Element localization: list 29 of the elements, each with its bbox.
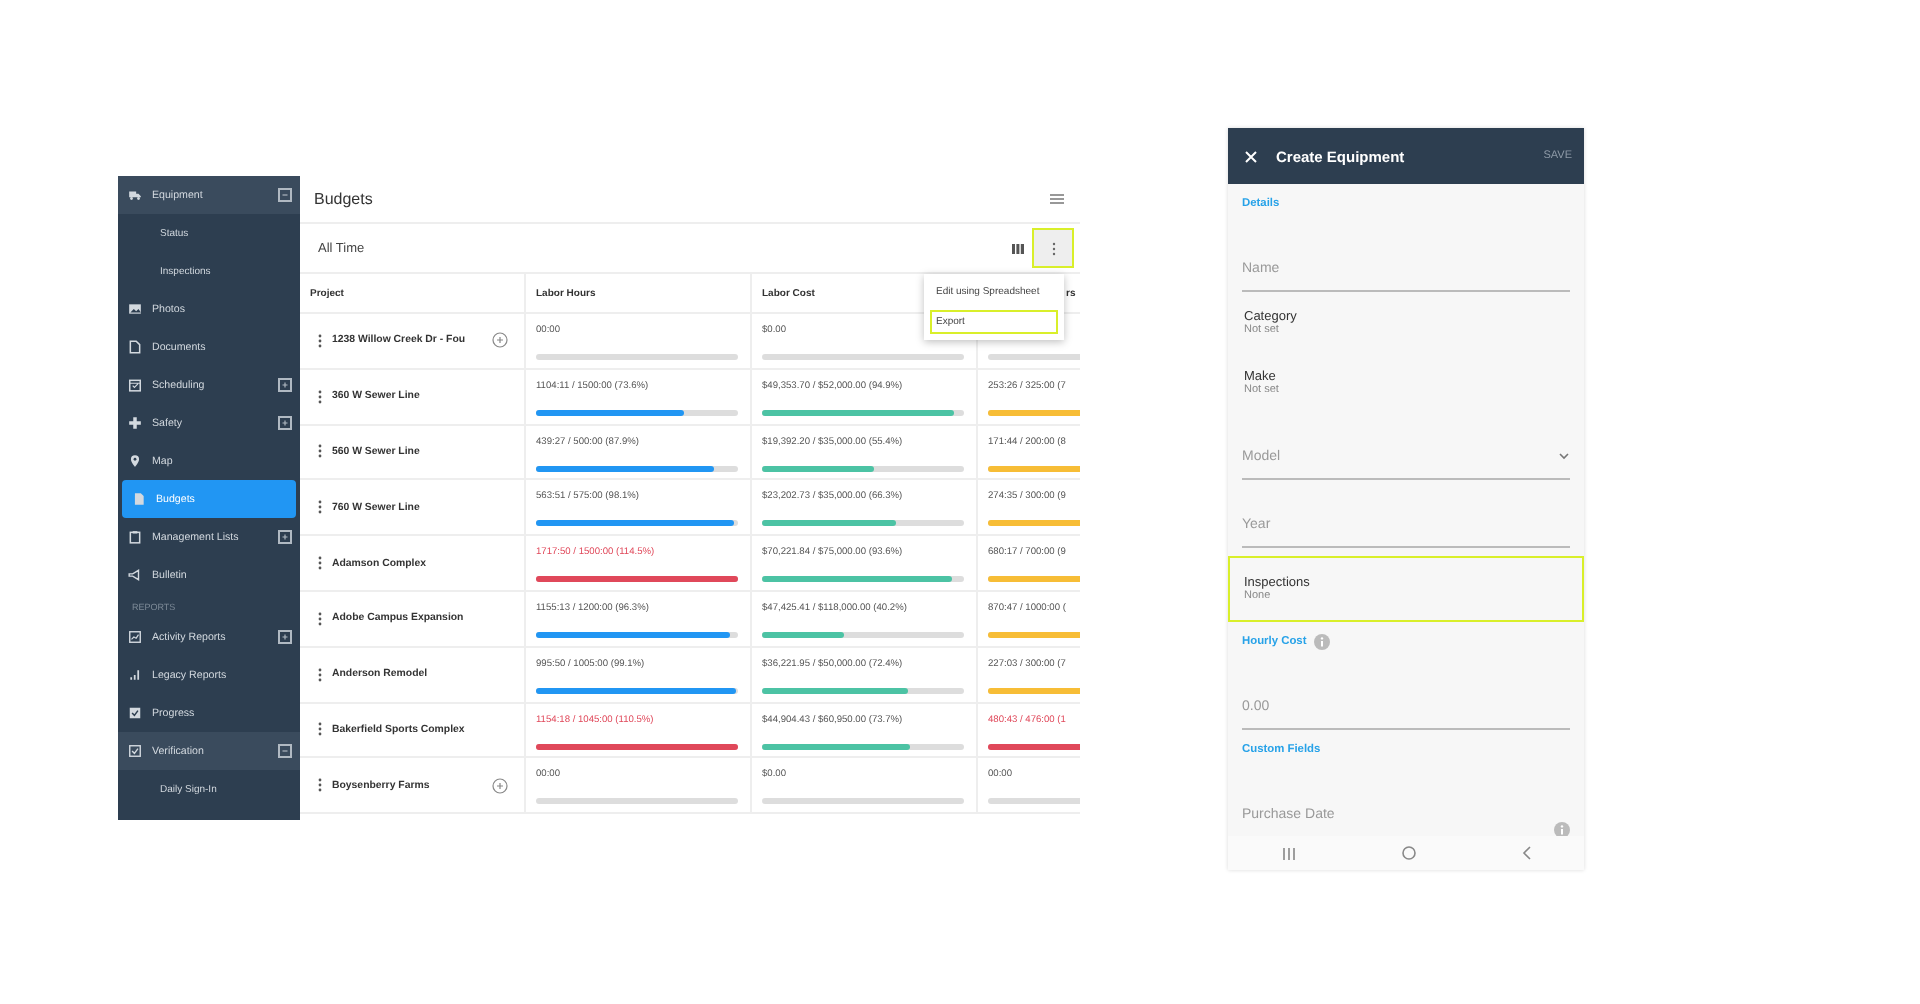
collapse-icon[interactable] [278, 188, 292, 202]
checkbox-icon [128, 706, 142, 720]
chart-icon [128, 630, 142, 644]
cross-icon [128, 416, 142, 430]
checkbox-icon [128, 744, 142, 758]
add-icon[interactable] [492, 777, 508, 794]
document-icon [128, 340, 142, 354]
clipboard-icon [128, 530, 142, 544]
truck-icon [128, 188, 142, 202]
expand-icon[interactable] [278, 630, 292, 644]
document-icon [132, 492, 146, 506]
chevron-down-icon [1558, 452, 1570, 460]
pin-icon [128, 454, 142, 468]
back-icon[interactable] [1521, 846, 1531, 860]
add-icon[interactable] [492, 332, 508, 349]
list-icon[interactable] [1050, 194, 1064, 204]
bar-chart-icon [128, 668, 142, 682]
expand-icon[interactable] [278, 416, 292, 430]
columns-icon[interactable] [1012, 243, 1024, 253]
recent-apps-icon[interactable] [1281, 847, 1295, 859]
collapse-icon[interactable] [278, 744, 292, 758]
expand-icon[interactable] [278, 378, 292, 392]
close-icon[interactable] [1244, 149, 1258, 163]
expand-icon[interactable] [278, 530, 292, 544]
page-title: Budgets [314, 190, 373, 208]
photo-icon [128, 302, 142, 316]
calendar-icon [128, 378, 142, 392]
home-icon[interactable] [1401, 846, 1415, 860]
megaphone-icon [128, 568, 142, 582]
